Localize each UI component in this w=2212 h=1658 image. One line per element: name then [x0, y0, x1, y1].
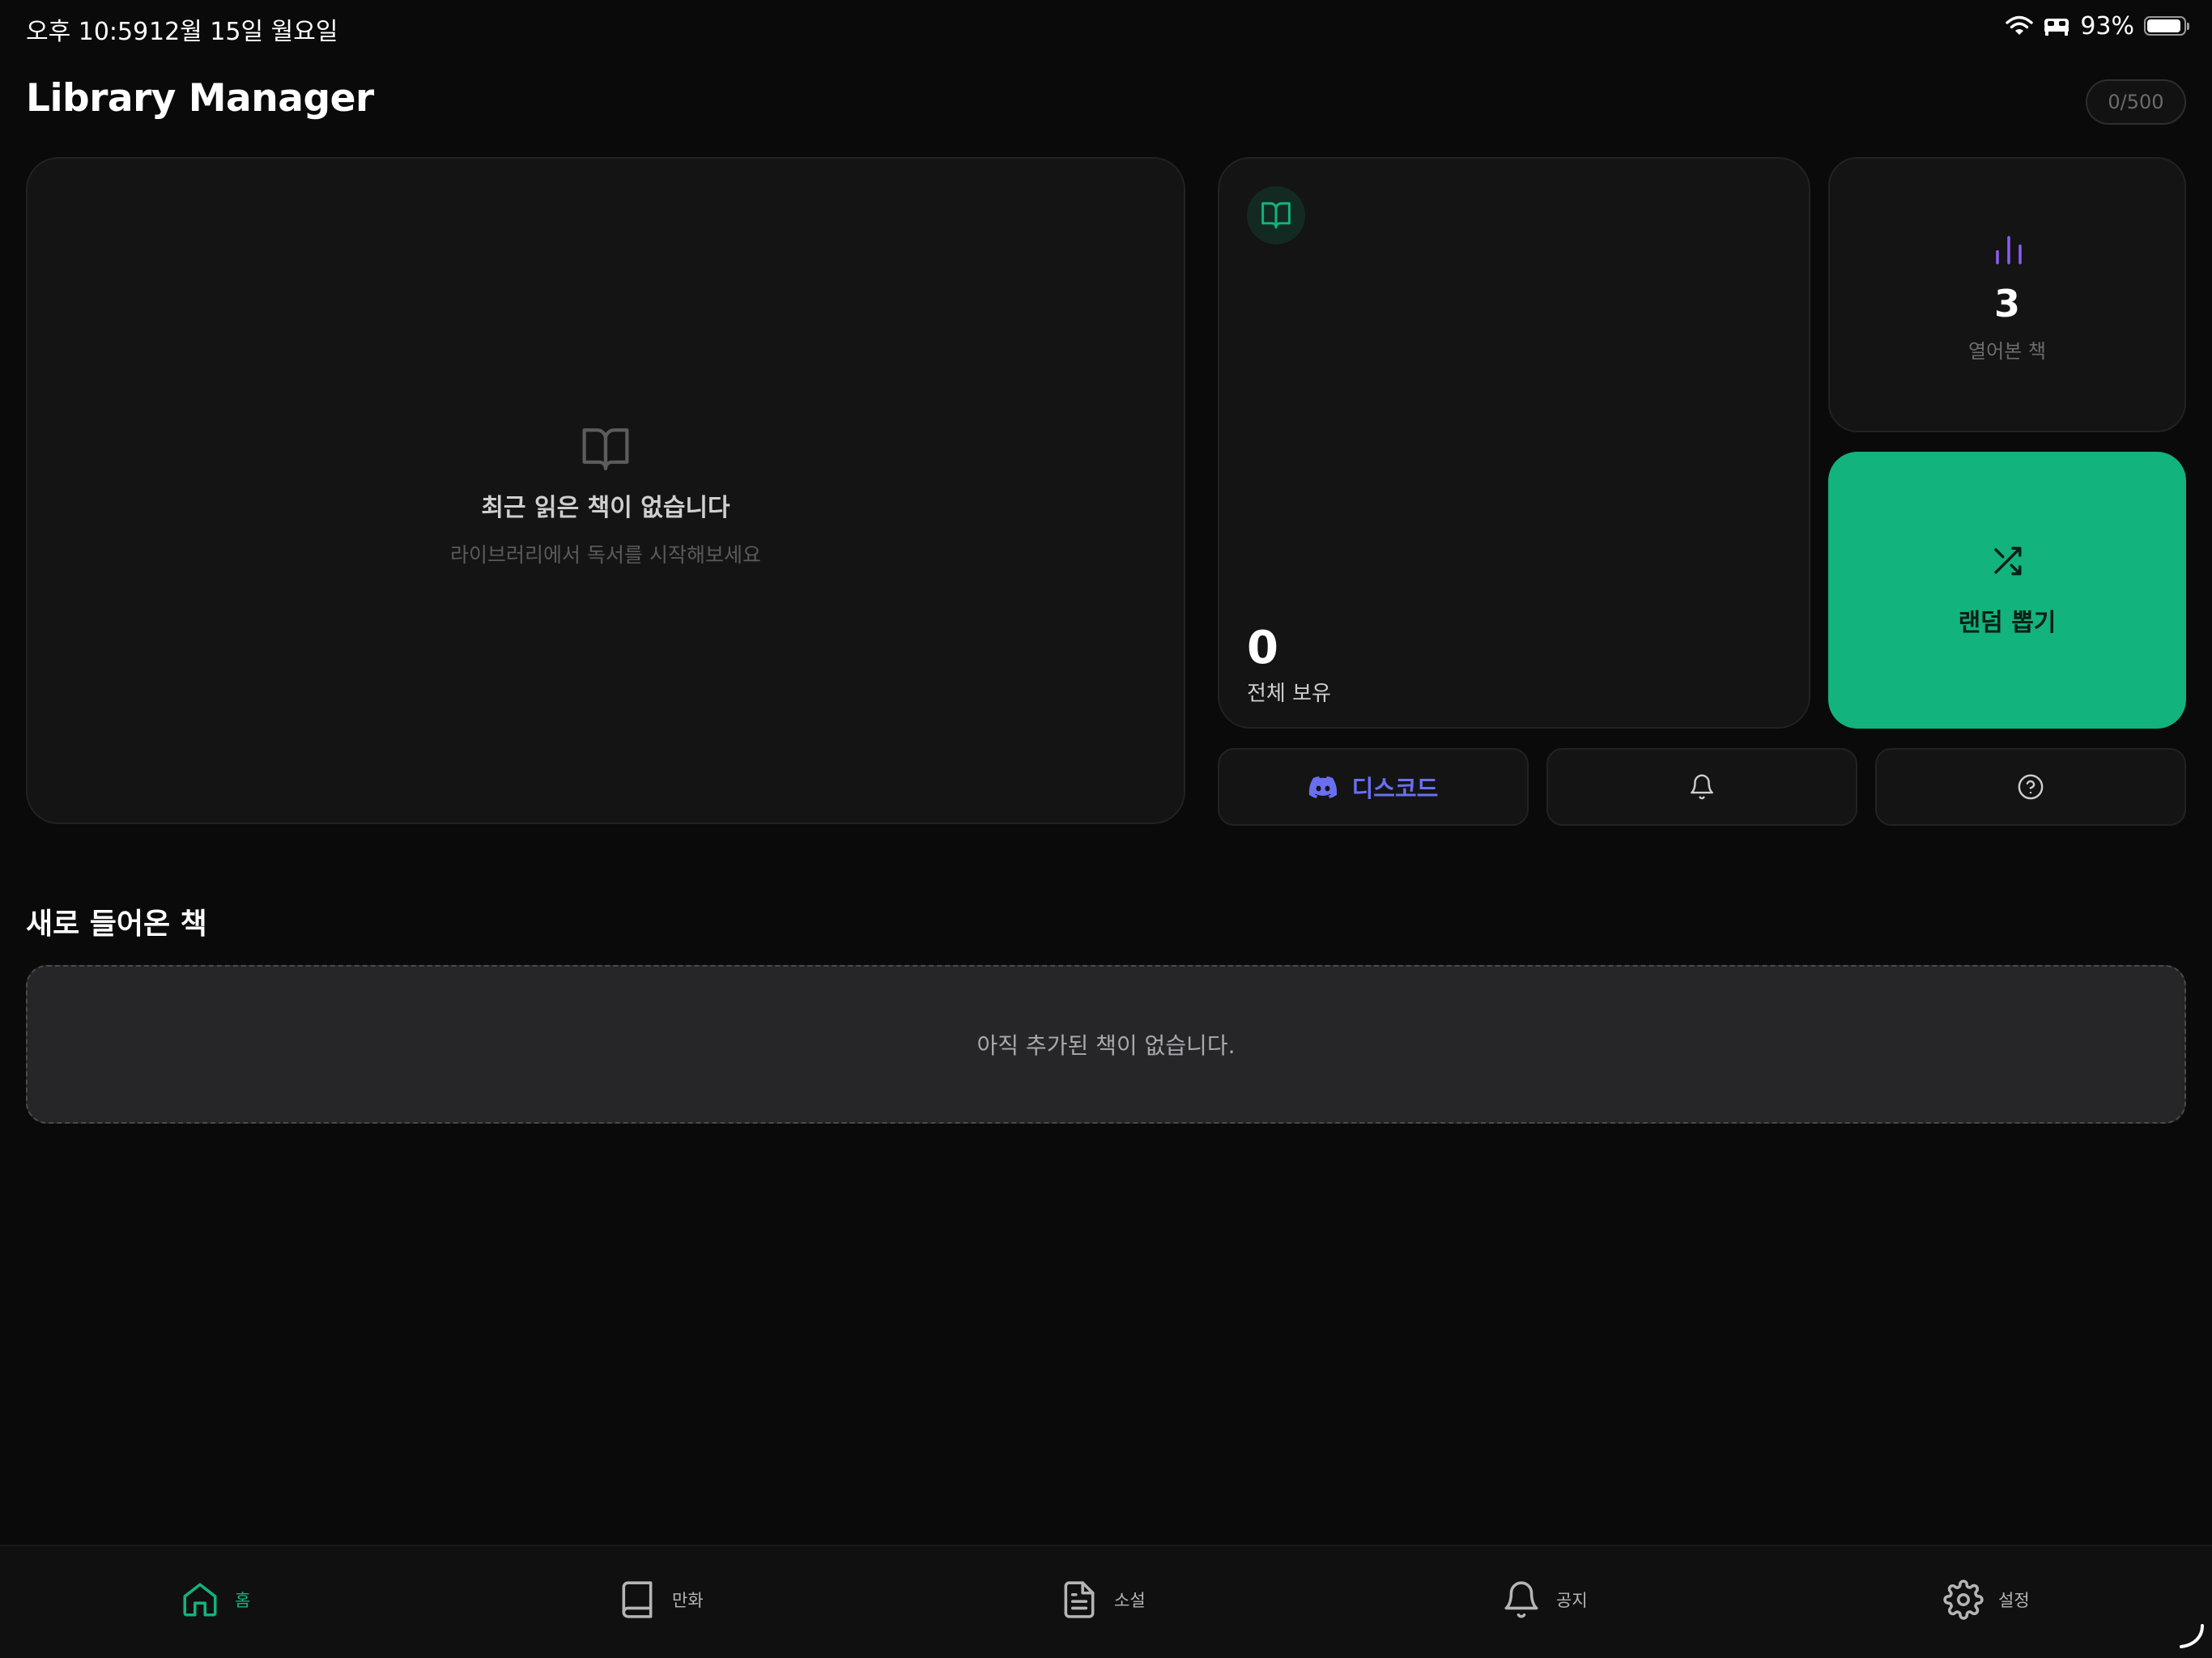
battery-cap	[2187, 23, 2189, 30]
opened-books-label: 열어본 책	[1968, 340, 2046, 363]
sleep-mode-icon	[2043, 15, 2070, 36]
status-indicators: 93%	[2006, 10, 2189, 42]
opened-books-value: 3	[1993, 282, 2020, 325]
random-pick-label: 랜덤 뽑기	[1958, 609, 2057, 637]
bottom-tab-bar: 홈 만화 소설 공지 설정	[0, 1545, 2212, 1658]
quota-badge: 0/500	[2086, 79, 2186, 125]
battery-level	[2147, 19, 2180, 32]
total-books-icon-badge	[1247, 186, 1305, 244]
bell-icon	[1504, 1581, 1538, 1618]
tab-notice[interactable]: 공지	[1501, 1575, 1588, 1624]
status-time: 오후 10:59	[26, 18, 149, 46]
total-books-card[interactable]: 0 전체 보유	[1218, 157, 1810, 729]
recent-reading-card[interactable]: 최근 읽은 책이 없습니다 라이브러리에서 독서를 시작해보세요	[26, 157, 1185, 824]
bell-icon	[1691, 774, 1713, 800]
resize-corner-icon	[2180, 1624, 2204, 1648]
recent-empty-subtitle: 라이브러리에서 독서를 시작해보세요	[450, 543, 761, 567]
notifications-button[interactable]	[1546, 748, 1857, 826]
tab-settings-label: 설정	[1998, 1591, 2030, 1610]
gear-icon	[1943, 1579, 1984, 1620]
discord-icon	[1308, 776, 1337, 798]
tab-comics-label: 만화	[672, 1591, 704, 1610]
total-books-label: 전체 보유	[1247, 682, 1331, 706]
tab-home[interactable]: 홈	[180, 1575, 250, 1624]
open-book-icon	[1261, 202, 1291, 229]
bar-chart-icon	[1996, 236, 2022, 265]
discord-label: 디스코드	[1351, 775, 1439, 802]
total-books-value: 0	[1247, 622, 1278, 674]
app-title: Library Manager	[26, 76, 374, 121]
new-books-title: 새로 들어온 책	[26, 908, 207, 941]
random-pick-button[interactable]: 랜덤 뽑기	[1828, 452, 2186, 729]
app-root: 오후 10:59 12월 15일 월요일 93% Library Manager…	[0, 0, 2212, 1658]
home-icon	[183, 1583, 217, 1617]
tab-settings[interactable]: 설정	[1943, 1575, 2030, 1624]
status-date: 12월 15일 월요일	[149, 18, 338, 46]
opened-books-card[interactable]: 3 열어본 책	[1828, 157, 2186, 432]
document-icon	[1064, 1581, 1095, 1618]
shuffle-icon	[1994, 546, 2022, 576]
discord-button[interactable]: 디스코드	[1218, 748, 1529, 826]
help-button[interactable]	[1875, 748, 2186, 826]
new-books-empty-state: 아직 추가된 책이 없습니다.	[26, 965, 2186, 1124]
tab-home-label: 홈	[235, 1591, 251, 1610]
recent-empty-state: 최근 읽은 책이 없습니다 라이브러리에서 독서를 시작해보세요	[28, 426, 1184, 568]
tab-comics[interactable]: 만화	[617, 1575, 704, 1624]
new-books-empty-message: 아직 추가된 책이 없습니다.	[976, 1032, 1236, 1059]
wifi-icon	[2006, 15, 2034, 37]
battery-icon	[2144, 16, 2189, 36]
tab-novel[interactable]: 소설	[1059, 1575, 1146, 1624]
tab-novel-label: 소설	[1114, 1591, 1146, 1610]
book-icon	[622, 1581, 653, 1618]
battery-percent: 93%	[2080, 11, 2134, 40]
recent-empty-title: 최근 읽은 책이 없습니다	[481, 494, 730, 522]
help-circle-icon	[2018, 774, 2044, 800]
status-bar: 오후 10:59 12월 15일 월요일 93%	[0, 0, 2212, 52]
tab-notice-label: 공지	[1556, 1591, 1588, 1610]
open-book-icon	[582, 428, 629, 470]
